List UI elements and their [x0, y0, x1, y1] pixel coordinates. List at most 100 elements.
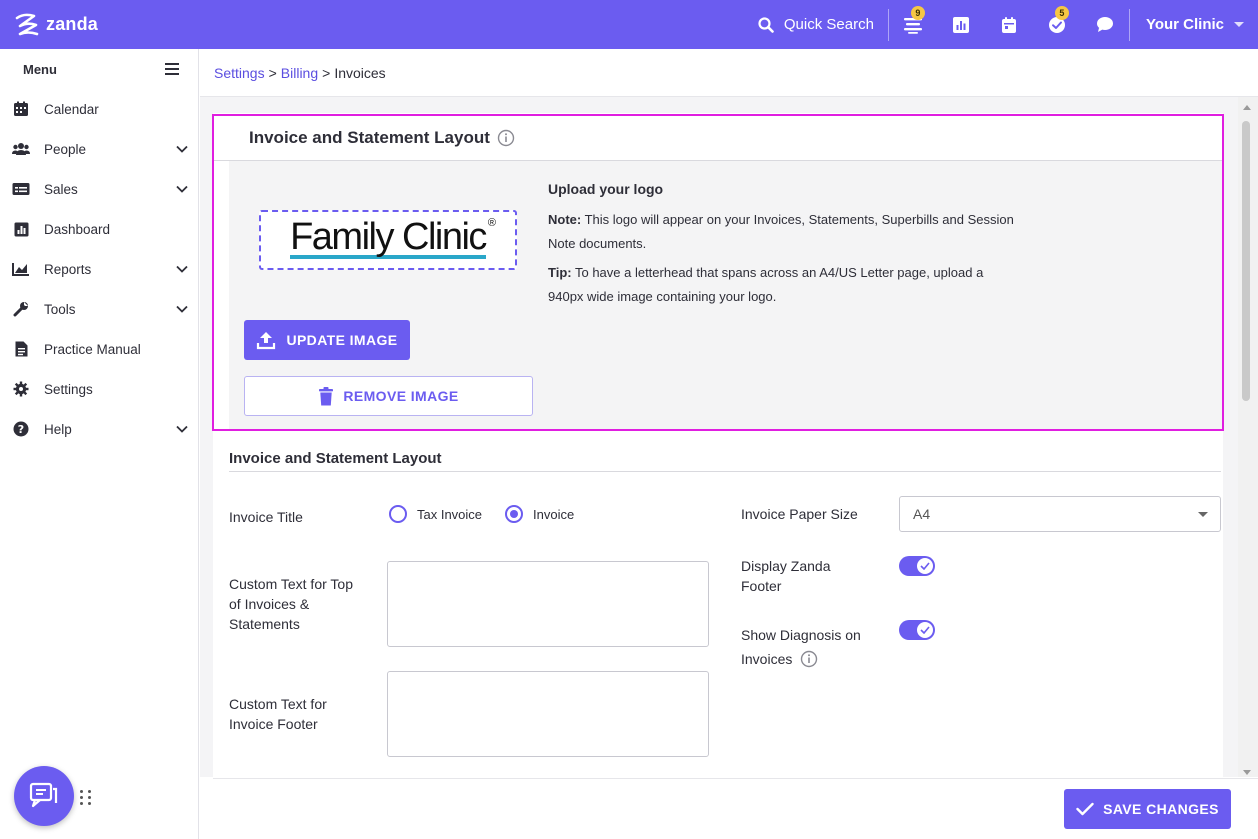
svg-text:?: ?: [18, 423, 24, 436]
layout-section-title: Invoice and Statement Layout: [229, 450, 1221, 472]
drag-handle-icon[interactable]: [80, 790, 93, 805]
sidebar-item-help[interactable]: ? Help: [0, 409, 198, 449]
people-icon: [12, 140, 30, 158]
breadcrumb-settings-link[interactable]: Settings: [214, 65, 265, 81]
radio-tax-invoice-label: Tax Invoice: [417, 506, 483, 522]
paper-size-label: Invoice Paper Size: [741, 506, 858, 522]
scrollbar-thumb[interactable]: [1242, 121, 1250, 401]
scrollbar[interactable]: [1238, 97, 1258, 777]
breadcrumb-billing-link[interactable]: Billing: [281, 65, 318, 81]
chevron-down-icon: [176, 305, 188, 313]
sidebar-item-label: Settings: [44, 381, 93, 397]
sidebar-item-label: Calendar: [44, 101, 99, 117]
gear-icon: [12, 380, 30, 398]
sidebar-item-practice-manual[interactable]: Practice Manual: [0, 329, 198, 369]
upload-icon: [257, 332, 276, 350]
logo-card-title: Invoice and Statement Layout: [249, 128, 490, 147]
reports-icon: [12, 260, 30, 278]
logo-tip: Tip: To have a letterhead that spans acr…: [548, 261, 1018, 309]
checkmark-icon: [1076, 802, 1094, 816]
messages-button[interactable]: [1081, 0, 1129, 49]
remove-image-button[interactable]: REMOVE IMAGE: [244, 376, 533, 416]
diagnosis-label-group: Show Diagnosis on Invoices: [741, 623, 881, 671]
radio-circle: [389, 505, 407, 523]
breadcrumb-separator: >: [322, 64, 331, 81]
chevron-down-icon: [176, 425, 188, 433]
custom-top-text-label: Custom Text for Top of Invoices & Statem…: [229, 576, 353, 632]
note-text: This logo will appear on your Invoices, …: [548, 212, 1014, 251]
radio-invoice-label: Invoice: [533, 506, 575, 522]
hamburger-icon[interactable]: [164, 62, 180, 76]
radio-tax-invoice[interactable]: Tax Invoice: [389, 505, 482, 523]
sidebar: Menu Calendar People Sales Dashboard Rep…: [0, 49, 199, 839]
clinic-logo-image: Family Clinic ®: [290, 216, 496, 263]
breadcrumb: Settings > Billing > Invoices: [200, 49, 1258, 97]
save-changes-label: SAVE CHANGES: [1103, 801, 1219, 817]
calendar-icon: [12, 100, 30, 118]
sidebar-item-sales[interactable]: Sales: [0, 169, 198, 209]
save-changes-button[interactable]: SAVE CHANGES: [1064, 789, 1231, 829]
chat-support-button[interactable]: [14, 766, 74, 826]
chevron-down-icon: [176, 185, 188, 193]
chevron-down-icon: [176, 265, 188, 273]
custom-footer-text-field[interactable]: [387, 671, 709, 757]
diagnosis-toggle[interactable]: [899, 620, 935, 640]
zanda-footer-toggle[interactable]: [899, 556, 935, 576]
check-icon: [917, 622, 933, 638]
sidebar-item-label: Help: [44, 421, 72, 437]
help-icon: ?: [12, 420, 30, 438]
notifications-button[interactable]: 9: [889, 0, 937, 49]
update-image-label: UPDATE IMAGE: [286, 332, 398, 348]
tip-text: To have a letterhead that spans across a…: [548, 265, 984, 304]
menu-title: Menu: [23, 61, 57, 77]
trash-icon: [319, 386, 334, 405]
scroll-down-arrow-icon[interactable]: [1243, 770, 1251, 775]
tasks-button[interactable]: 5: [1033, 0, 1081, 49]
quick-search-label: Quick Search: [783, 16, 874, 33]
chart-icon: [952, 16, 969, 33]
invoice-title-label: Invoice Title: [229, 509, 303, 525]
upload-logo-title: Upload your logo: [548, 181, 664, 197]
quick-search-button[interactable]: Quick Search: [758, 16, 888, 33]
paper-size-select[interactable]: A4: [899, 496, 1221, 532]
chevron-down-icon: [1198, 512, 1208, 517]
chat-icon: [29, 782, 58, 808]
sidebar-item-dashboard[interactable]: Dashboard: [0, 209, 198, 249]
sidebar-item-label: Reports: [44, 261, 92, 277]
radio-invoice[interactable]: Invoice: [505, 505, 574, 523]
info-icon[interactable]: [497, 129, 515, 147]
sidebar-item-tools[interactable]: Tools: [0, 289, 198, 329]
sidebar-item-label: Practice Manual: [44, 341, 141, 357]
sidebar-item-label: Tools: [44, 301, 76, 317]
clinic-switcher[interactable]: Your Clinic: [1130, 16, 1258, 33]
check-icon: [917, 558, 933, 574]
sales-icon: [12, 180, 30, 198]
calendar-icon: [1001, 16, 1016, 33]
chevron-down-icon: [176, 145, 188, 153]
breadcrumb-separator: >: [268, 64, 277, 81]
logo-preview: Family Clinic ®: [259, 210, 517, 270]
update-image-button[interactable]: UPDATE IMAGE: [244, 320, 410, 360]
radio-circle-selected: [505, 505, 523, 523]
brand-logo[interactable]: zanda: [12, 10, 98, 40]
document-icon: [12, 340, 30, 358]
sidebar-item-settings[interactable]: Settings: [0, 369, 198, 409]
sidebar-item-calendar[interactable]: Calendar: [0, 89, 198, 129]
chat-bubble-icon: [1096, 17, 1113, 32]
chevron-down-icon: [1234, 22, 1244, 27]
info-icon[interactable]: [800, 650, 818, 668]
sidebar-item-people[interactable]: People: [0, 129, 198, 169]
zanda-logo-icon: [15, 13, 39, 35]
sidebar-item-label: People: [44, 141, 87, 157]
menu-header: Menu: [0, 49, 198, 89]
custom-top-text-field[interactable]: [387, 561, 709, 647]
sidebar-item-reports[interactable]: Reports: [0, 249, 198, 289]
scroll-up-arrow-icon[interactable]: [1243, 105, 1251, 110]
notification-badge: 9: [910, 6, 925, 20]
note-label: Note:: [548, 212, 582, 227]
logo-note: Note: This logo will appear on your Invo…: [548, 208, 1018, 256]
analytics-button[interactable]: [937, 0, 985, 49]
calendar-button[interactable]: [985, 0, 1033, 49]
zanda-footer-label: Display Zanda Footer: [741, 558, 831, 594]
clinic-logo-text: Family Clinic: [290, 216, 487, 258]
